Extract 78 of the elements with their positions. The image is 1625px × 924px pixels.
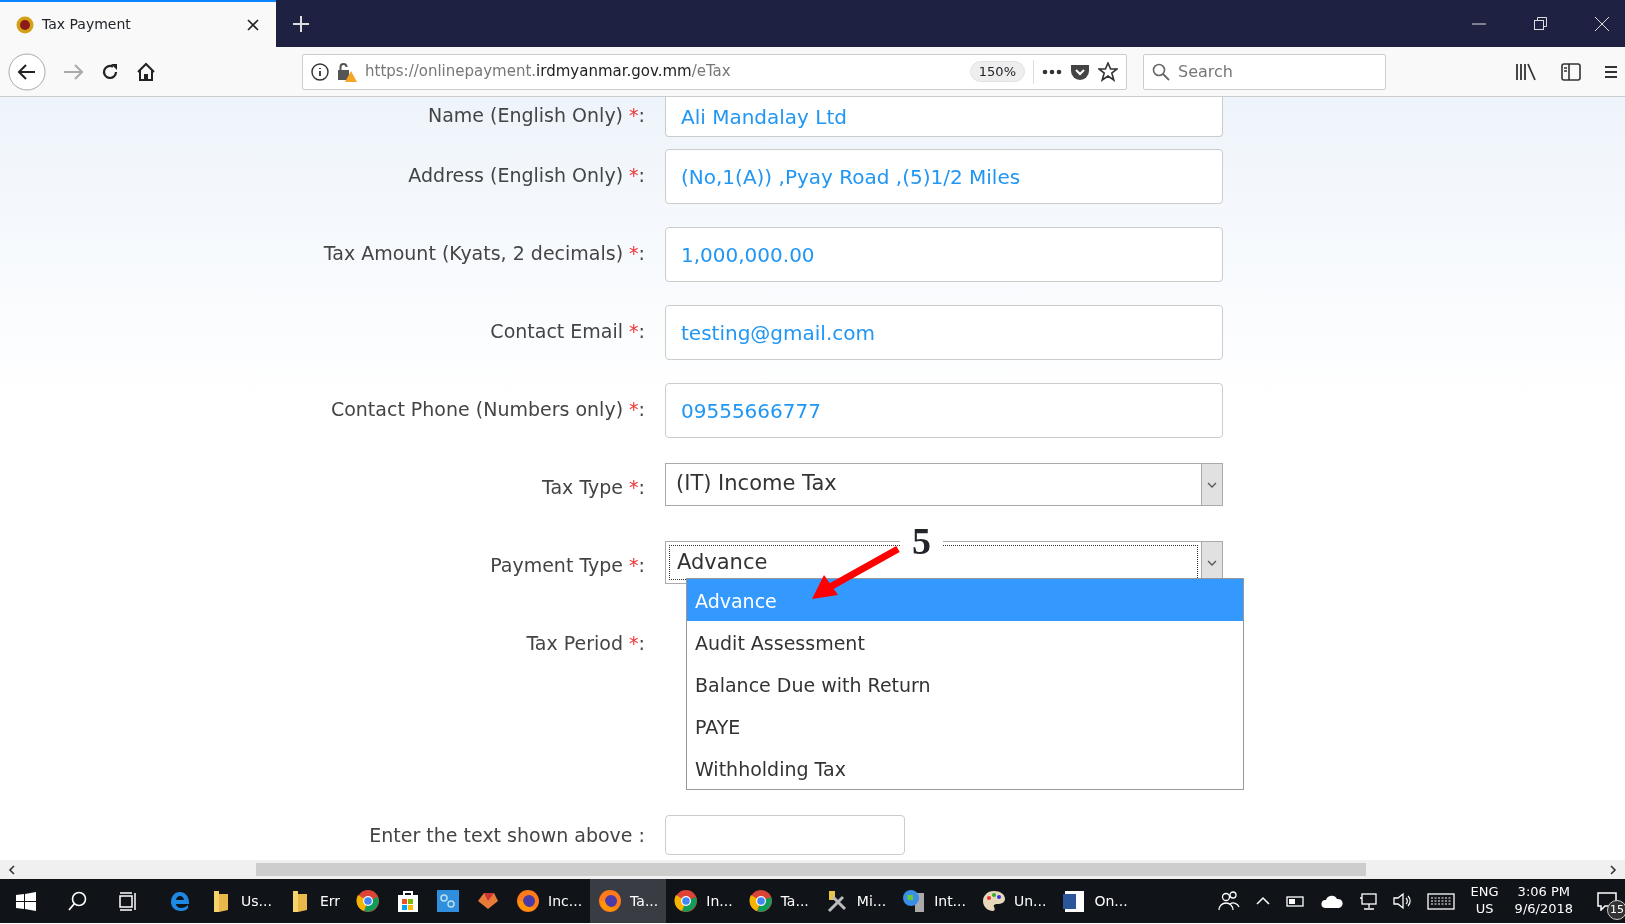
taskbar-app[interactable]: Inc... [508, 879, 591, 923]
dropdown-option[interactable]: Audit Assessment [687, 621, 1243, 663]
site-logo-icon [16, 15, 34, 34]
battery-icon[interactable] [1285, 894, 1305, 908]
chevron-up-icon[interactable] [1255, 896, 1270, 906]
keyboard-icon[interactable] [1426, 892, 1455, 910]
scroll-right-icon[interactable] [1609, 864, 1617, 875]
horizontal-scrollbar[interactable] [0, 860, 1625, 879]
task-view-icon[interactable] [119, 891, 137, 911]
app-icon [1062, 889, 1087, 913]
search-icon[interactable] [68, 891, 87, 911]
library-icon[interactable] [1515, 62, 1537, 81]
tab-title: Tax Payment [42, 15, 132, 34]
select-field[interactable]: (IT) Income Tax [665, 463, 1223, 506]
chevron-down-icon [1207, 481, 1217, 488]
app-icon [981, 889, 1006, 913]
scroll-left-icon[interactable] [8, 864, 16, 875]
taskbar-app[interactable]: Int... [894, 879, 974, 923]
dropdown-option[interactable]: PAYE [687, 705, 1243, 747]
dropdown-option[interactable]: Balance Due with Return [687, 663, 1243, 705]
pocket-icon[interactable] [1070, 62, 1090, 81]
browser-icon [516, 889, 541, 913]
volume-icon[interactable] [1392, 892, 1411, 910]
network-icon[interactable] [1358, 892, 1377, 910]
browser-icon [598, 889, 623, 913]
field-label: Tax Amount (Kyats, 2 decimals) *: [322, 241, 646, 266]
home-icon[interactable] [136, 61, 156, 82]
windows-start-icon[interactable] [16, 891, 36, 911]
captcha-input-field[interactable] [665, 815, 905, 855]
language-indicator[interactable]: ENG US [1470, 884, 1499, 918]
people-icon[interactable] [1217, 891, 1240, 911]
cloud-icon[interactable] [1320, 893, 1343, 909]
field-label: Enter the text shown above : [368, 823, 646, 848]
taskbar-app[interactable]: On... [1054, 879, 1136, 923]
field-label: Payment Type *: [489, 553, 646, 578]
zoom-level-badge[interactable]: 150% [969, 60, 1025, 83]
minimize-icon[interactable] [1472, 22, 1486, 25]
taskbar-app[interactable]: Ta... [740, 879, 817, 923]
field-label: Tax Period *: [525, 631, 646, 656]
sidebar-icon[interactable] [1561, 62, 1581, 81]
field-label: Address (English Only) *: [407, 163, 646, 188]
browser-icon [674, 889, 699, 913]
scrollbar-thumb[interactable] [256, 863, 1366, 876]
taskbar-app[interactable]: Us... [201, 879, 280, 923]
search-field[interactable]: Search [1143, 53, 1386, 90]
taskbar-app[interactable]: Un... [973, 879, 1055, 923]
taskbar-app[interactable]: In... [666, 879, 741, 923]
app-icon [396, 889, 421, 913]
search-icon [1152, 62, 1170, 81]
clock[interactable]: 3:06 PM 9/6/2018 [1514, 884, 1573, 918]
field-label: Name (English Only) *: [426, 103, 646, 128]
restore-icon[interactable] [1534, 17, 1547, 30]
field-label: Tax Type *: [541, 475, 646, 500]
dropdown-option[interactable]: Withholding Tax [687, 747, 1243, 789]
new-tab-icon[interactable] [292, 14, 310, 33]
close-icon[interactable] [246, 17, 260, 32]
info-icon [311, 62, 329, 81]
app-icon [902, 889, 927, 913]
star-icon[interactable] [1098, 61, 1118, 82]
taskbar-app[interactable]: Mi... [816, 879, 895, 923]
lock-warning-icon [337, 61, 357, 82]
browser-tab[interactable]: Tax Payment [0, 0, 276, 47]
taskbar-app[interactable]: Err [279, 879, 349, 923]
browser-icon [748, 889, 773, 913]
notification-count: 15 [1607, 899, 1625, 920]
reload-icon[interactable] [100, 61, 120, 82]
field-label: Contact Phone (Numbers only) *: [329, 397, 646, 422]
search-placeholder: Search [1178, 60, 1233, 83]
back-icon[interactable] [8, 52, 46, 91]
address-bar[interactable]: https://onlinepayment.irdmyanmar.gov.mm/eTax 150% [302, 53, 1127, 90]
taskbar-app[interactable]: Ta... [590, 879, 667, 923]
app-icon [436, 889, 461, 913]
more-icon[interactable] [1042, 68, 1062, 75]
menu-icon[interactable] [1605, 63, 1617, 80]
field-label: Contact Email *: [489, 319, 646, 344]
url-text: https://onlinepayment.irdmyanmar.gov.mm/eTax [365, 61, 732, 83]
browser-icon [356, 889, 381, 913]
chevron-down-icon [1207, 559, 1217, 566]
